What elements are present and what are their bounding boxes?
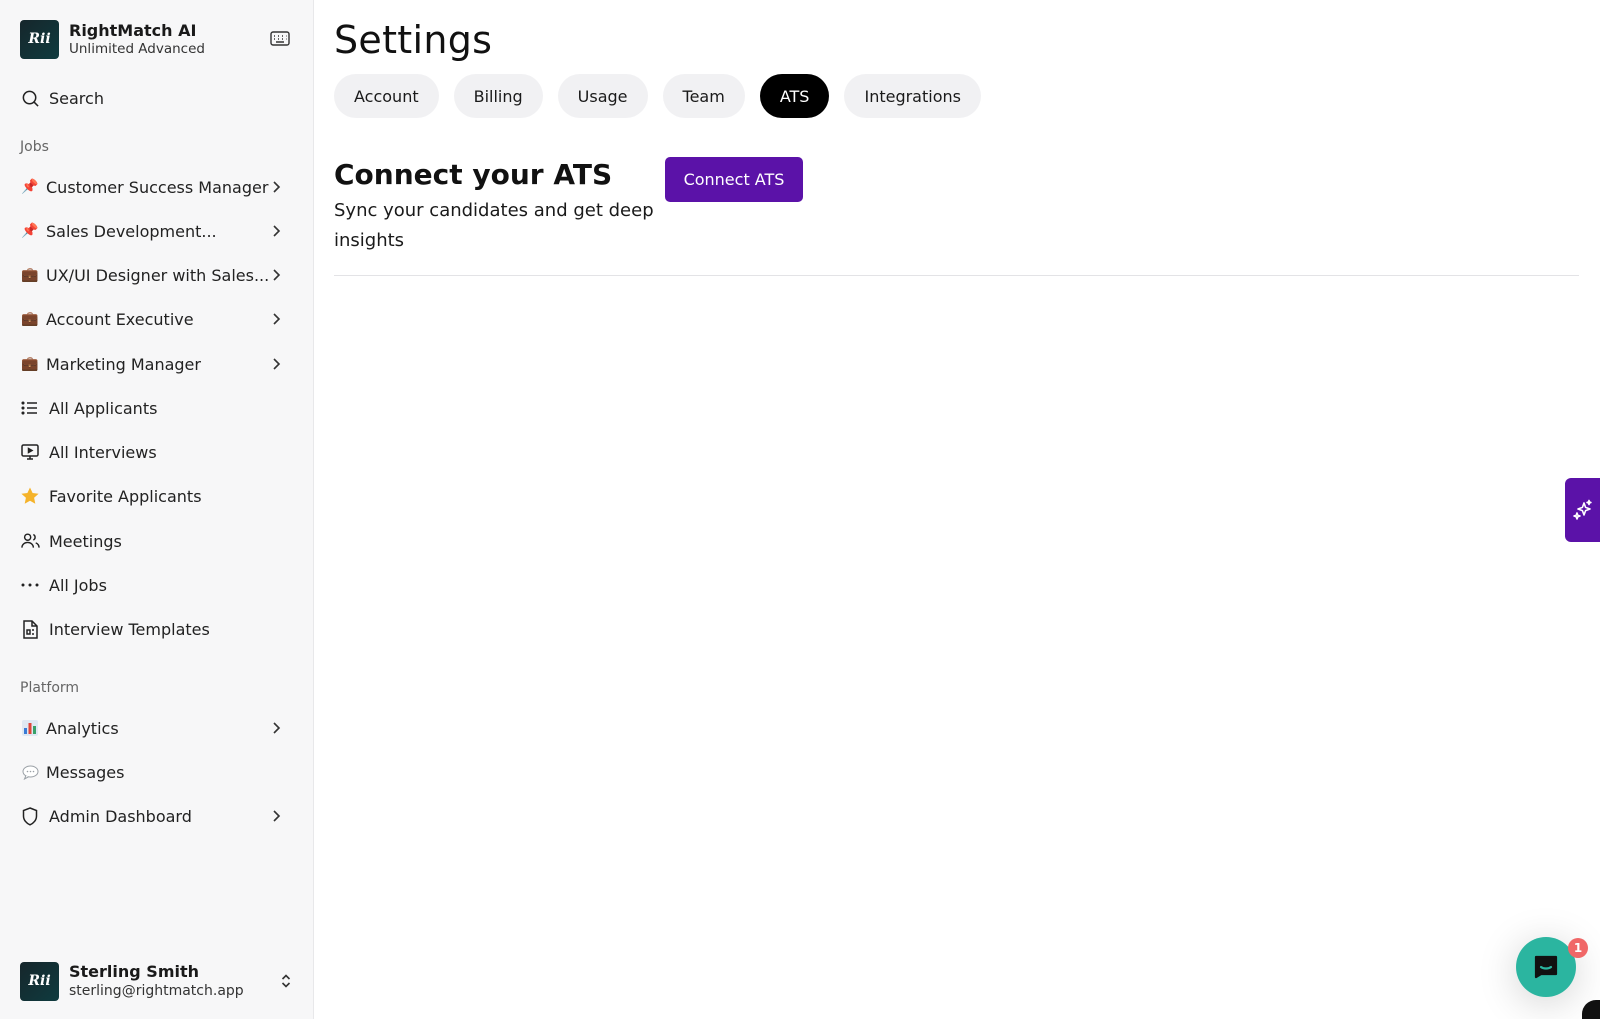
nav-label: Messages xyxy=(46,762,125,782)
job-item-customer-success-manager[interactable]: 📌 Customer Success Manager xyxy=(14,169,298,205)
chevron-right-icon[interactable] xyxy=(268,179,284,195)
tab-ats[interactable]: ATS xyxy=(759,74,830,118)
page-title: Settings xyxy=(334,18,493,62)
job-item-marketing-manager[interactable]: 💼 Marketing Manager xyxy=(14,346,298,382)
search-icon xyxy=(20,88,40,108)
nav-label: Analytics xyxy=(46,718,119,738)
chat-icon xyxy=(1534,955,1558,979)
nav-label: Interview Templates xyxy=(49,619,210,639)
nav-analytics[interactable]: Analytics xyxy=(14,710,298,746)
speech-bubble-icon xyxy=(20,765,40,780)
user-avatar: Rii xyxy=(20,961,59,1001)
chevron-right-icon[interactable] xyxy=(268,720,284,736)
tab-billing[interactable]: Billing xyxy=(453,74,543,118)
nav-interview-templates[interactable]: Interview Templates xyxy=(14,611,298,647)
keyboard-icon[interactable] xyxy=(270,31,290,46)
chat-launcher-button[interactable] xyxy=(1516,937,1576,997)
sidebar: Rii RightMatch AI Unlimited Advanced Sea… xyxy=(0,0,314,1019)
nav-label: All Interviews xyxy=(49,442,157,462)
job-label: UX/UI Designer with Sales... xyxy=(46,265,270,285)
search-label: Search xyxy=(49,88,104,108)
brand-name: RightMatch AI xyxy=(69,20,197,40)
briefcase-icon: 💼 xyxy=(21,267,39,283)
nav-all-applicants[interactable]: All Applicants xyxy=(14,390,298,426)
nav-label: All Applicants xyxy=(49,398,158,418)
window-corner xyxy=(1582,1000,1600,1019)
nav-favorite-applicants[interactable]: Favorite Applicants xyxy=(14,478,298,514)
notification-badge: 1 xyxy=(1568,938,1588,958)
nav-messages[interactable]: Messages xyxy=(14,754,298,790)
users-icon xyxy=(20,531,40,551)
job-label: Customer Success Manager xyxy=(46,177,269,197)
chevron-right-icon[interactable] xyxy=(268,808,284,824)
chevrons-up-down-icon[interactable] xyxy=(278,973,294,989)
briefcase-icon: 💼 xyxy=(21,356,39,372)
brand-logo: Rii xyxy=(20,19,59,59)
nav-admin-dashboard[interactable]: Admin Dashboard xyxy=(14,798,298,834)
tab-usage[interactable]: Usage xyxy=(557,74,648,118)
monitor-play-icon xyxy=(20,442,40,462)
star-icon xyxy=(20,486,40,506)
chevron-right-icon[interactable] xyxy=(268,356,284,372)
pin-icon: 📌 xyxy=(21,179,39,195)
file-template-icon xyxy=(20,619,40,639)
user-menu[interactable]: Rii Sterling Smith sterling@rightmatch.a… xyxy=(20,961,294,1001)
settings-tabs: Account Billing Usage Team ATS Integrati… xyxy=(334,74,981,118)
pin-icon: 📌 xyxy=(21,223,39,239)
ats-heading: Connect your ATS xyxy=(334,158,613,191)
chevron-right-icon[interactable] xyxy=(268,223,284,239)
job-item-account-executive[interactable]: 💼 Account Executive xyxy=(14,301,298,337)
tab-account[interactable]: Account xyxy=(334,74,439,118)
user-name: Sterling Smith xyxy=(69,962,200,981)
job-item-sales-development[interactable]: 📌 Sales Development... xyxy=(14,213,298,249)
job-label: Sales Development... xyxy=(46,221,217,241)
nav-all-interviews[interactable]: All Interviews xyxy=(14,434,298,470)
connect-ats-button[interactable]: Connect ATS xyxy=(665,157,803,202)
nav-label: Admin Dashboard xyxy=(49,806,192,826)
bar-chart-icon xyxy=(20,720,40,736)
more-horizontal-icon xyxy=(20,575,40,595)
user-email: sterling@rightmatch.app xyxy=(69,983,244,999)
tab-integrations[interactable]: Integrations xyxy=(844,74,981,118)
nav-all-jobs[interactable]: All Jobs xyxy=(14,567,298,603)
briefcase-icon: 💼 xyxy=(21,311,39,327)
section-divider xyxy=(334,275,1579,276)
jobs-section-label: Jobs xyxy=(20,139,49,155)
search-item[interactable]: Search xyxy=(14,80,298,116)
job-label: Marketing Manager xyxy=(46,354,201,374)
brand-plan: Unlimited Advanced xyxy=(69,40,205,57)
list-icon xyxy=(20,398,40,418)
workspace-switcher[interactable]: Rii RightMatch AI Unlimited Advanced xyxy=(20,19,290,59)
nav-label: All Jobs xyxy=(49,575,107,595)
platform-section-label: Platform xyxy=(20,680,80,696)
ats-subtitle: Sync your candidates and get deep insigh… xyxy=(334,200,654,251)
job-label: Account Executive xyxy=(46,309,194,329)
shield-icon xyxy=(20,806,40,826)
tab-team[interactable]: Team xyxy=(662,74,745,118)
chevron-right-icon[interactable] xyxy=(268,311,284,327)
sparkles-icon xyxy=(1572,499,1592,520)
job-item-ux-ui-designer[interactable]: 💼 UX/UI Designer with Sales... xyxy=(14,257,298,293)
nav-meetings[interactable]: Meetings xyxy=(14,523,298,559)
chevron-right-icon[interactable] xyxy=(268,267,284,283)
nav-label: Meetings xyxy=(49,531,122,551)
nav-label: Favorite Applicants xyxy=(49,486,202,506)
ai-assistant-tab[interactable] xyxy=(1565,478,1600,542)
